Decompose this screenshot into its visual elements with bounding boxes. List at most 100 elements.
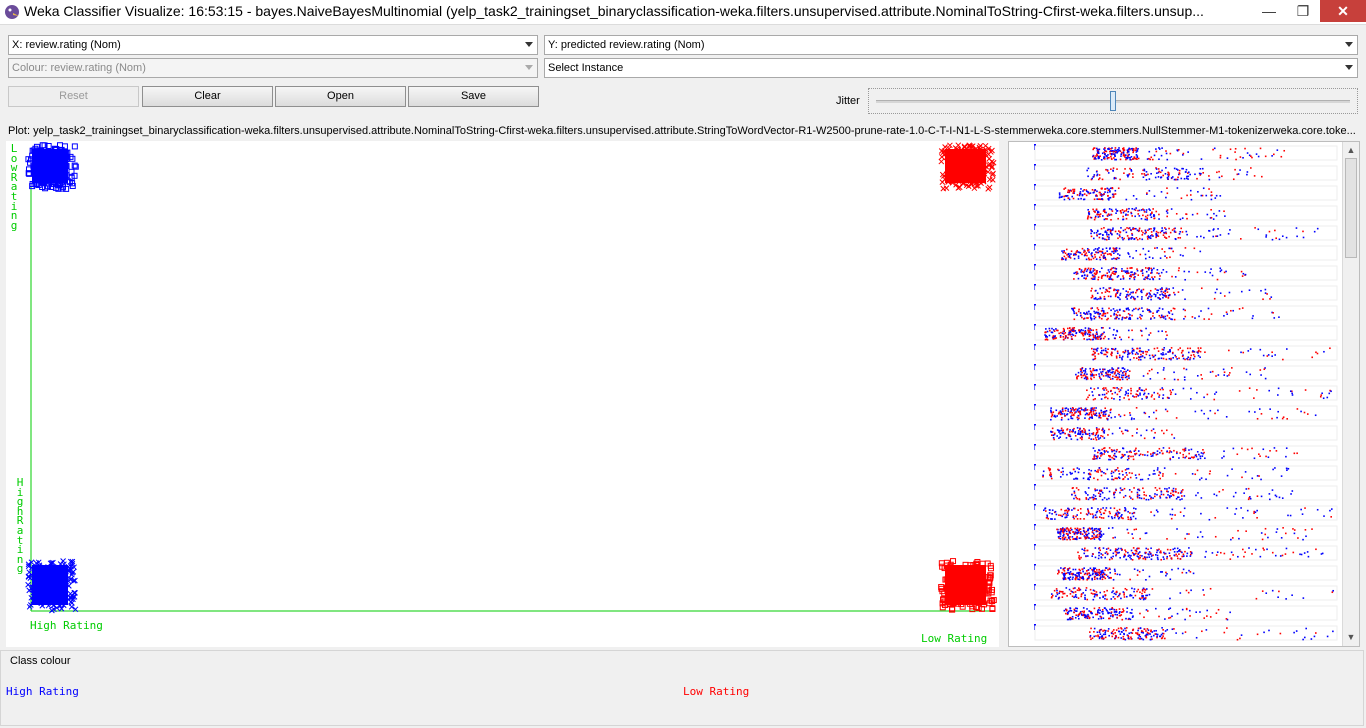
attribute-strip[interactable] (1034, 165, 1338, 181)
attribute-strip[interactable] (1034, 385, 1338, 401)
strip-point (1138, 494, 1141, 497)
strip-point (1231, 537, 1234, 539)
strip-point (1103, 629, 1106, 632)
attribute-strip[interactable] (1034, 265, 1338, 281)
open-button[interactable]: Open (275, 86, 406, 107)
strip-point (1058, 431, 1060, 433)
strip-point (1132, 553, 1135, 555)
minimize-button[interactable]: — (1252, 0, 1286, 22)
x-axis-select[interactable]: X: review.rating (Nom) (8, 35, 538, 55)
strip-point (1153, 411, 1155, 414)
save-button[interactable]: Save (408, 86, 539, 107)
maximize-button[interactable]: ❐ (1286, 0, 1320, 22)
attribute-strip[interactable] (1034, 205, 1338, 221)
strip-point (1156, 551, 1158, 554)
strip-point (1157, 176, 1160, 178)
strip-point (1117, 636, 1120, 639)
strip-point (1097, 216, 1100, 218)
attribute-strips[interactable] (1009, 142, 1343, 646)
strip-point (1068, 327, 1071, 330)
select-instance-select[interactable]: Select Instance (544, 58, 1358, 78)
strip-point (1138, 237, 1141, 240)
scroll-up-icon[interactable]: ▲ (1346, 145, 1356, 155)
attribute-strip[interactable] (1034, 445, 1338, 461)
legend-high-rating[interactable]: High Rating (6, 685, 79, 698)
attribute-strip[interactable] (1034, 565, 1338, 581)
attribute-strip[interactable] (1034, 405, 1338, 421)
attribute-strip[interactable] (1034, 345, 1338, 361)
strip-point (1086, 338, 1088, 341)
strip-point (1188, 569, 1190, 572)
attribute-strip[interactable] (1034, 625, 1338, 641)
scroll-down-icon[interactable]: ▼ (1346, 632, 1356, 642)
jitter-slider-thumb[interactable] (1110, 91, 1116, 111)
attribute-strip[interactable] (1034, 285, 1338, 301)
strip-point (1120, 457, 1123, 459)
strip-point (1138, 215, 1141, 217)
attribute-strip[interactable] (1034, 545, 1338, 561)
data-point (986, 176, 993, 183)
strip-point (1099, 213, 1102, 215)
strip-point (1077, 551, 1079, 554)
attribute-panel[interactable] (1008, 141, 1360, 647)
strip-point (1102, 274, 1105, 277)
strip-point (1106, 218, 1108, 220)
attribute-strip[interactable] (1034, 585, 1338, 601)
attribute-strip[interactable] (1034, 505, 1338, 521)
strip-point (1149, 378, 1152, 380)
attribute-strip[interactable] (1034, 465, 1338, 481)
attribute-strip[interactable] (1034, 485, 1338, 501)
scatter-plot-canvas[interactable] (6, 141, 999, 647)
strip-point (1069, 536, 1071, 538)
strip-point (1119, 336, 1121, 339)
strip-point (1176, 496, 1179, 499)
clear-button[interactable]: Clear (142, 86, 273, 107)
strip-point (1064, 512, 1066, 515)
strip-point (1149, 289, 1152, 292)
strip-point (1189, 357, 1192, 359)
strip-point (1069, 607, 1071, 609)
attribute-strip[interactable] (1034, 305, 1338, 321)
strip-point (1107, 630, 1109, 632)
close-button[interactable]: ✕ (1320, 0, 1366, 22)
attribute-strip[interactable] (1034, 425, 1338, 441)
strip-point (1244, 273, 1247, 276)
strip-point (1105, 351, 1108, 353)
strip-point (1280, 475, 1283, 477)
attribute-strip[interactable] (1034, 365, 1338, 381)
strip-point (1126, 267, 1129, 270)
strip-point (1223, 450, 1225, 453)
strip-point (1092, 616, 1094, 619)
strip-point (1161, 169, 1163, 172)
reset-button[interactable]: Reset (8, 86, 139, 107)
strip-point (1136, 347, 1138, 350)
strip-point (1087, 167, 1090, 170)
attribute-strip[interactable] (1034, 225, 1338, 241)
strip-point (1214, 393, 1216, 395)
scrollbar-thumb[interactable] (1345, 158, 1357, 258)
y-axis-select[interactable]: Y: predicted review.rating (Nom) (544, 35, 1358, 55)
strip-point (1133, 588, 1136, 590)
strip-point (1238, 308, 1241, 310)
strip-point (1103, 252, 1105, 255)
strip-point (1167, 608, 1170, 611)
strip-point (1190, 387, 1192, 390)
attribute-strip[interactable] (1034, 245, 1338, 261)
attribute-strip[interactable] (1034, 145, 1338, 161)
strip-point (1150, 555, 1153, 557)
strip-point (1183, 495, 1186, 497)
strip-point (1107, 628, 1110, 630)
legend-low-rating[interactable]: Low Rating (683, 685, 749, 698)
attribute-strip[interactable] (1034, 185, 1338, 201)
attribute-strip[interactable] (1034, 525, 1338, 541)
attribute-strip[interactable] (1034, 325, 1338, 341)
scatter-plot[interactable] (6, 141, 999, 647)
strip-point (1199, 531, 1202, 533)
attribute-strip[interactable] (1034, 605, 1338, 621)
colour-select[interactable]: Colour: review.rating (Nom) (8, 58, 538, 78)
strip-point (1144, 253, 1147, 256)
strip-point (1191, 456, 1193, 459)
strip-point (1115, 489, 1117, 492)
strip-point (1139, 392, 1141, 395)
strip-point (1087, 494, 1089, 496)
